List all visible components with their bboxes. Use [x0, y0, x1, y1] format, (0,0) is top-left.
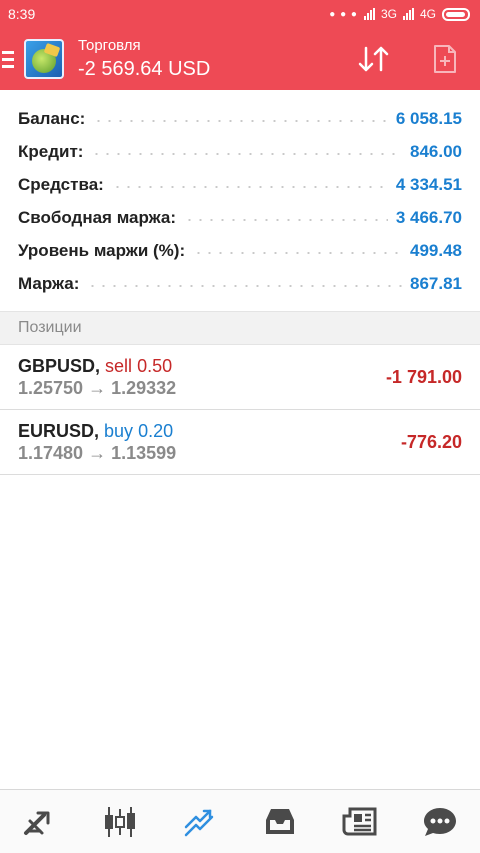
- dotted-leader: [93, 119, 388, 122]
- summary-label: Свободная маржа:: [18, 207, 177, 227]
- quotes-icon: [24, 811, 50, 835]
- summary-value: 867.81: [410, 273, 462, 293]
- notification-dots-icon: ● ● ●: [329, 8, 358, 20]
- dotted-leader: [111, 185, 388, 188]
- position-info: EURUSD, buy 0.20 1.17480 → 1.13599: [18, 420, 401, 464]
- battery-icon: [442, 7, 470, 21]
- trade-screen: 8:39 ● ● ● 3G 4G Торговля -2 569.64 USD: [0, 0, 480, 853]
- status-time: 8:39: [8, 6, 36, 22]
- position-prices: 1.25750 → 1.29332: [18, 378, 177, 398]
- position-profit: -1 791.00: [385, 366, 462, 387]
- trade-icon: [184, 809, 214, 836]
- sort-arrows-icon: [358, 46, 389, 72]
- summary-label: Кредит:: [18, 141, 84, 161]
- summary-value: 3 466.70: [395, 207, 462, 227]
- signal-2-icon: [402, 8, 414, 20]
- summary-label: Средства:: [18, 174, 104, 194]
- account-profit-total: -2 569.64 USD: [78, 58, 211, 80]
- summary-label: Маржа:: [18, 273, 80, 293]
- summary-row-margin-level: Уровень маржи (%): 499.48: [0, 234, 480, 267]
- position-direction: buy: [104, 421, 134, 441]
- dotted-leader: [91, 152, 402, 155]
- account-summary: Баланс: 6 058.15 Кредит: 846.00 Средства…: [0, 90, 480, 300]
- position-info: GBPUSD, sell 0.50 1.25750 → 1.29332: [18, 355, 386, 399]
- network-2-label: 4G: [419, 7, 436, 21]
- position-volume: 0.50: [137, 356, 173, 376]
- summary-label: Баланс:: [18, 108, 86, 128]
- dotted-leader: [193, 251, 402, 254]
- summary-row-equity: Средства: 4 334.51: [0, 168, 480, 201]
- chat-icon: [424, 807, 456, 836]
- position-symbol: GBPUSD,: [18, 356, 101, 376]
- summary-row-balance: Баланс: 6 058.15: [0, 102, 480, 135]
- position-row[interactable]: EURUSD, buy 0.20 1.17480 → 1.13599 -776.…: [0, 410, 480, 475]
- summary-row-credit: Кредит: 846.00: [0, 135, 480, 168]
- status-indicators: ● ● ● 3G 4G: [329, 7, 470, 21]
- summary-row-free-margin: Свободная маржа: 3 466.70: [0, 201, 480, 234]
- news-icon: [342, 807, 377, 835]
- status-bar: 8:39 ● ● ● 3G 4G: [0, 0, 480, 28]
- position-prices: 1.17480 → 1.13599: [18, 443, 177, 463]
- nav-chart[interactable]: [90, 792, 150, 852]
- summary-label: Уровень маржи (%):: [18, 240, 186, 260]
- summary-row-margin: Маржа: 867.81: [0, 267, 480, 300]
- position-profit: -776.20: [400, 431, 462, 452]
- app-bar-titles[interactable]: Торговля -2 569.64 USD: [78, 36, 210, 82]
- nav-chat[interactable]: [410, 792, 470, 852]
- summary-value: 6 058.15: [395, 108, 462, 128]
- app-logo-icon[interactable]: [24, 39, 64, 79]
- summary-value: 846.00: [410, 141, 462, 161]
- new-order-button[interactable]: [430, 42, 460, 76]
- position-title: GBPUSD, sell 0.50: [18, 355, 386, 377]
- sort-button[interactable]: [356, 42, 392, 76]
- app-bar: Торговля -2 569.64 USD: [0, 28, 480, 90]
- summary-value: 499.48: [410, 240, 462, 260]
- position-volume: 0.20: [138, 421, 174, 441]
- nav-trade[interactable]: [170, 792, 230, 852]
- nav-history[interactable]: [250, 792, 310, 852]
- position-title: EURUSD, buy 0.20: [18, 420, 401, 442]
- positions-header: Позиции: [0, 311, 480, 345]
- summary-value: 4 334.51: [395, 174, 462, 194]
- menu-icon[interactable]: [2, 50, 16, 68]
- signal-1-icon: [363, 8, 375, 20]
- app-title: Торговля: [78, 37, 141, 54]
- position-row[interactable]: GBPUSD, sell 0.50 1.25750 → 1.29332 -1 7…: [0, 345, 480, 410]
- dotted-leader: [87, 284, 402, 287]
- dotted-leader: [184, 218, 388, 221]
- new-document-icon: [434, 45, 456, 73]
- network-1-label: 3G: [380, 7, 397, 21]
- nav-quotes[interactable]: [10, 792, 70, 852]
- nav-news[interactable]: [330, 792, 390, 852]
- history-icon: [266, 808, 294, 834]
- bottom-navigation: [0, 789, 480, 853]
- chart-icon: [105, 806, 135, 837]
- position-symbol: EURUSD,: [18, 421, 100, 441]
- position-direction: sell: [105, 356, 133, 376]
